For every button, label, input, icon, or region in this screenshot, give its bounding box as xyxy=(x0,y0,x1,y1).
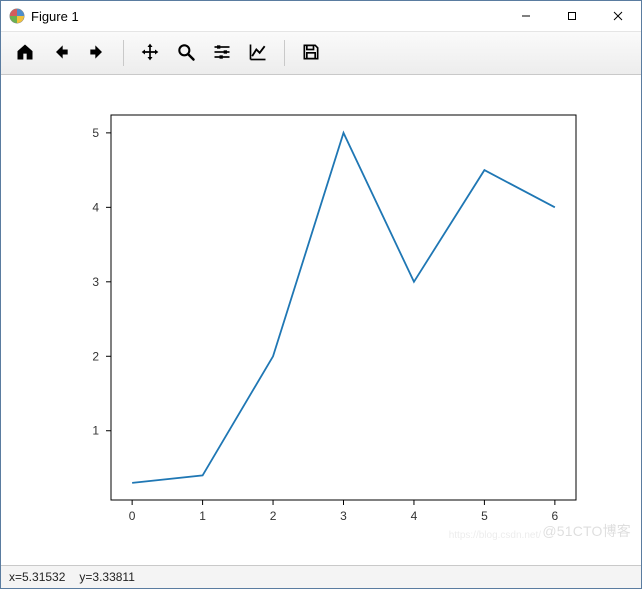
status-x: x=5.31532 xyxy=(9,570,65,584)
plot-canvas[interactable]: 012345612345 https://blog.csdn.net/ @51C… xyxy=(1,75,641,565)
forward-button[interactable] xyxy=(81,37,113,69)
app-icon xyxy=(9,8,25,24)
svg-text:5: 5 xyxy=(92,126,99,140)
zoom-button[interactable] xyxy=(170,37,202,69)
svg-text:1: 1 xyxy=(92,424,99,438)
save-button[interactable] xyxy=(295,37,327,69)
svg-text:4: 4 xyxy=(411,509,418,523)
back-icon xyxy=(51,42,71,65)
nav-toolbar xyxy=(1,32,641,75)
window-title: Figure 1 xyxy=(31,9,79,24)
close-button[interactable] xyxy=(595,1,641,31)
svg-text:3: 3 xyxy=(340,509,347,523)
pan-button[interactable] xyxy=(134,37,166,69)
pan-icon xyxy=(140,42,160,65)
status-bar: x=5.31532 y=3.33811 xyxy=(1,565,641,588)
line-chart: 0 1 2 3 4 5 6 1 2 3 4 5 xyxy=(41,90,601,550)
save-icon xyxy=(301,42,321,65)
svg-text:0: 0 xyxy=(129,509,136,523)
toolbar-separator xyxy=(284,40,285,66)
home-icon xyxy=(15,42,35,65)
forward-icon xyxy=(87,42,107,65)
svg-text:4: 4 xyxy=(92,200,99,214)
toolbar-separator xyxy=(123,40,124,66)
sliders-icon xyxy=(212,42,232,65)
maximize-button[interactable] xyxy=(549,1,595,31)
home-button[interactable] xyxy=(9,37,41,69)
chart-icon xyxy=(248,42,268,65)
status-y: y=3.33811 xyxy=(79,570,135,584)
svg-text:1: 1 xyxy=(199,509,206,523)
svg-text:3: 3 xyxy=(92,275,99,289)
svg-text:2: 2 xyxy=(270,509,277,523)
figure-window: Figure 1 xyxy=(0,0,642,589)
back-button[interactable] xyxy=(45,37,77,69)
svg-text:5: 5 xyxy=(481,509,488,523)
zoom-icon xyxy=(176,42,196,65)
svg-text:2: 2 xyxy=(92,349,99,363)
minimize-button[interactable] xyxy=(503,1,549,31)
subplots-button[interactable] xyxy=(206,37,238,69)
edit-button[interactable] xyxy=(242,37,274,69)
svg-text:6: 6 xyxy=(552,509,559,523)
title-bar: Figure 1 xyxy=(1,1,641,32)
